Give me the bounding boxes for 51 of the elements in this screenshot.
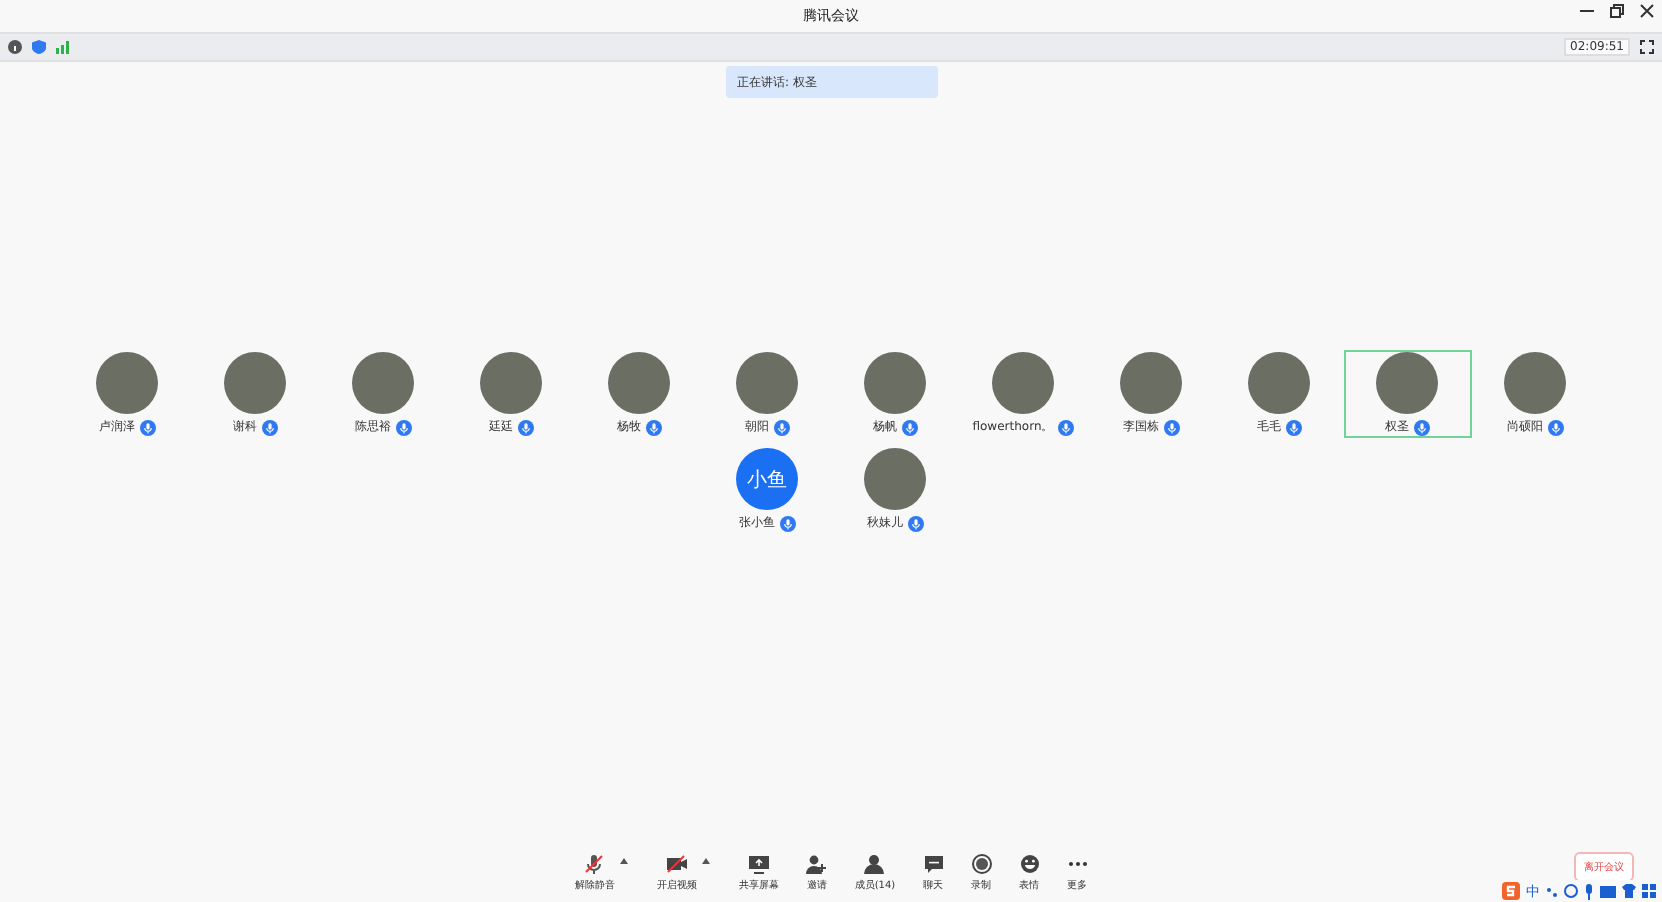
microphone-icon	[1547, 419, 1563, 435]
microphone-icon[interactable]	[1584, 883, 1594, 899]
photo-placeholder	[1248, 352, 1310, 414]
microphone-icon	[395, 419, 411, 435]
photo-placeholder	[736, 352, 798, 414]
caret-icon[interactable]	[620, 857, 629, 863]
microphone-icon	[779, 515, 795, 531]
emoji-icon[interactable]	[1564, 884, 1578, 898]
restore-icon[interactable]	[1610, 4, 1624, 18]
microphone-icon	[261, 419, 277, 435]
record-icon	[971, 853, 992, 873]
photo-placeholder	[864, 352, 926, 414]
video-off-icon	[665, 853, 688, 873]
avatar: 小鱼	[736, 448, 798, 510]
photo-placeholder	[480, 352, 542, 414]
microphone-icon	[773, 419, 789, 435]
microphone-icon	[645, 419, 661, 435]
muted-microphone-icon	[584, 853, 605, 873]
grid-icon[interactable]	[1642, 884, 1656, 898]
microphone-icon	[1057, 419, 1074, 435]
minimize-icon[interactable]	[1580, 4, 1594, 18]
photo-placeholder	[1120, 352, 1182, 414]
microphone-icon	[907, 515, 923, 531]
microphone-icon	[1285, 419, 1301, 435]
keyboard-icon[interactable]	[1600, 885, 1616, 897]
chat-icon	[923, 853, 944, 873]
photo-placeholder	[992, 352, 1054, 414]
photo-placeholder	[224, 352, 286, 414]
photo-placeholder	[1376, 352, 1438, 414]
caret-icon[interactable]	[702, 857, 711, 863]
photo-placeholder	[1504, 352, 1566, 414]
fullscreen-icon[interactable]	[1640, 40, 1654, 54]
add-person-icon	[806, 853, 827, 873]
ime-logo-icon[interactable]	[1502, 882, 1520, 900]
photo-placeholder	[864, 448, 926, 510]
microphone-icon	[1413, 419, 1429, 435]
microphone-icon	[139, 419, 155, 435]
person-icon	[864, 853, 885, 873]
shirt-icon[interactable]	[1622, 884, 1636, 898]
punctuation-icon[interactable]	[1546, 885, 1558, 897]
microphone-icon	[1163, 419, 1179, 435]
photo-placeholder	[352, 352, 414, 414]
microphone-icon	[901, 419, 917, 435]
screen-share-icon	[747, 853, 770, 873]
shield-icon[interactable]	[32, 40, 46, 54]
info-icon[interactable]	[8, 40, 22, 54]
photo-placeholder	[608, 352, 670, 414]
microphone-icon	[517, 419, 533, 435]
smiley-icon	[1019, 853, 1040, 873]
close-icon[interactable]	[1640, 4, 1654, 18]
photo-placeholder	[96, 352, 158, 414]
